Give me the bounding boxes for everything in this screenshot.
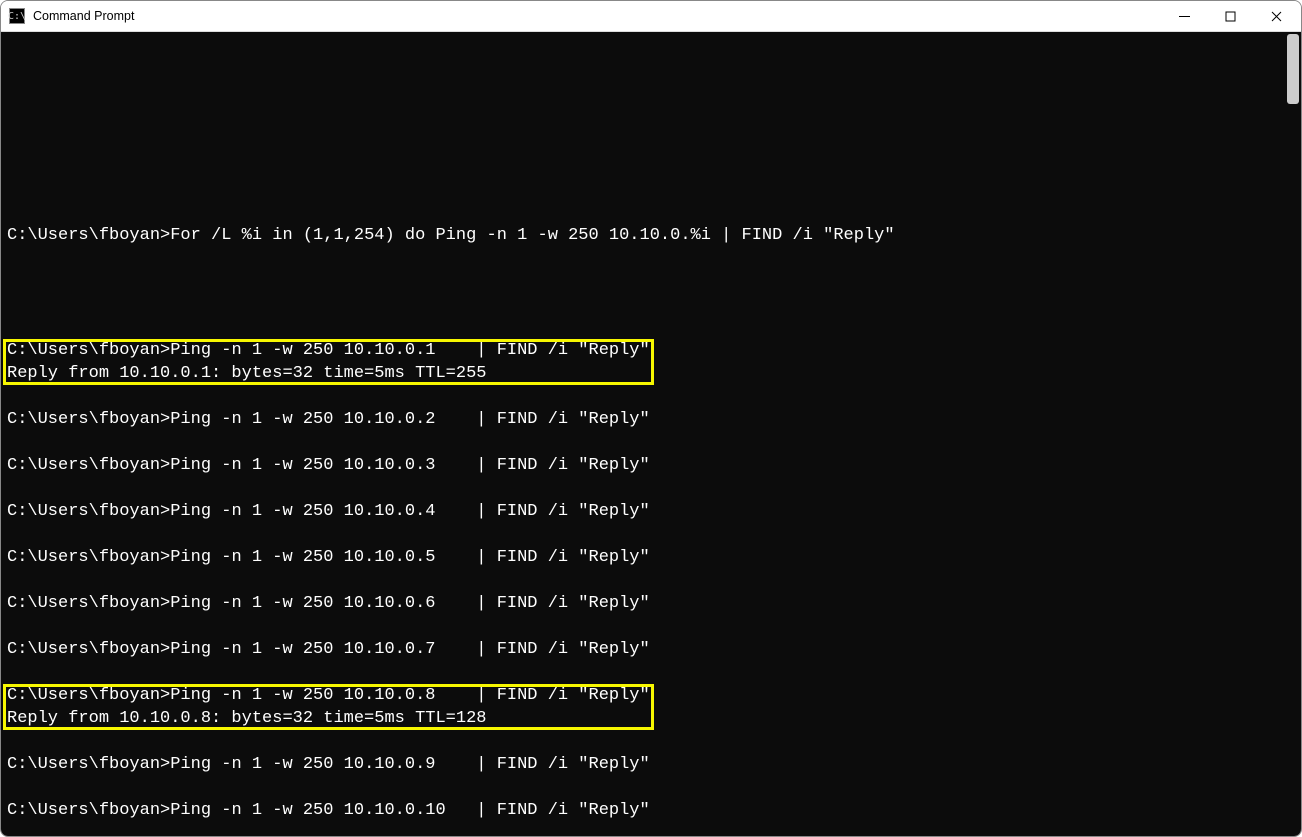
ping-block: C:\Users\fboyan>Ping -n 1 -w 250 10.10.0… [7,592,1301,615]
ping-block: C:\Users\fboyan>Ping -n 1 -w 250 10.10.0… [7,454,1301,477]
prompt: C:\Users\fboyan> [7,502,170,521]
vertical-scrollbar[interactable] [1287,34,1299,104]
ping-command-line: C:\Users\fboyan>Ping -n 1 -w 250 10.10.0… [7,546,1301,569]
close-button[interactable] [1253,1,1299,31]
ping-command-line: C:\Users\fboyan>Ping -n 1 -w 250 10.10.0… [7,339,650,362]
prompt: C:\Users\fboyan> [7,755,170,774]
ping-command-text: Ping -n 1 -w 250 10.10.0.5 | FIND /i "Re… [170,548,649,567]
ping-command-text: Ping -n 1 -w 250 10.10.0.1 | FIND /i "Re… [170,341,649,360]
ping-command-text: Ping -n 1 -w 250 10.10.0.10 | FIND /i "R… [170,801,649,820]
prompt: C:\Users\fboyan> [7,410,170,429]
terminal-area[interactable]: C:\Users\fboyan>For /L %i in (1,1,254) d… [1,32,1301,836]
cmd-icon: C:\ [9,8,25,24]
blank-line [7,477,1301,500]
ping-block: C:\Users\fboyan>Ping -n 1 -w 250 10.10.0… [7,546,1301,569]
blank-line [7,523,1301,546]
titlebar[interactable]: C:\ Command Prompt [1,1,1301,32]
ping-command-text: Ping -n 1 -w 250 10.10.0.3 | FIND /i "Re… [170,456,649,475]
ping-block: C:\Users\fboyan>Ping -n 1 -w 250 10.10.0… [7,339,650,385]
ping-block: C:\Users\fboyan>Ping -n 1 -w 250 10.10.0… [7,684,650,730]
ping-command-line: C:\Users\fboyan>Ping -n 1 -w 250 10.10.0… [7,638,1301,661]
prompt: C:\Users\fboyan> [7,456,170,475]
prompt: C:\Users\fboyan> [7,686,170,705]
ping-reply-line: Reply from 10.10.0.8: bytes=32 time=5ms … [7,707,650,730]
prompt: C:\Users\fboyan> [7,594,170,613]
prompt: C:\Users\fboyan> [7,640,170,659]
ping-block: C:\Users\fboyan>Ping -n 1 -w 250 10.10.0… [7,500,1301,523]
blank-line [7,661,1301,684]
ping-block: C:\Users\fboyan>Ping -n 1 -w 250 10.10.0… [7,638,1301,661]
ping-command-line: C:\Users\fboyan>Ping -n 1 -w 250 10.10.0… [7,500,1301,523]
blank-line [7,822,1301,836]
blank-line [7,730,1301,753]
blank-line [7,431,1301,454]
ping-command-text: Ping -n 1 -w 250 10.10.0.6 | FIND /i "Re… [170,594,649,613]
ping-command-text: Ping -n 1 -w 250 10.10.0.2 | FIND /i "Re… [170,410,649,429]
blank-line [7,132,1301,155]
minimize-button[interactable] [1161,1,1207,31]
prompt: C:\Users\fboyan> [7,341,170,360]
ping-command-line: C:\Users\fboyan>Ping -n 1 -w 250 10.10.0… [7,454,1301,477]
prompt: C:\Users\fboyan> [7,226,170,245]
initial-command-text: For /L %i in (1,1,254) do Ping -n 1 -w 2… [170,226,894,245]
ping-block: C:\Users\fboyan>Ping -n 1 -w 250 10.10.0… [7,753,1301,776]
window-frame: C:\ Command Prompt C:\Users\fboyan>For /… [0,0,1302,837]
minimize-icon [1179,11,1190,22]
initial-command-line: C:\Users\fboyan>For /L %i in (1,1,254) d… [7,224,1301,247]
ping-command-text: Ping -n 1 -w 250 10.10.0.9 | FIND /i "Re… [170,755,649,774]
ping-reply-line: Reply from 10.10.0.1: bytes=32 time=5ms … [7,362,650,385]
ping-command-line: C:\Users\fboyan>Ping -n 1 -w 250 10.10.0… [7,799,1301,822]
blank-line [7,615,1301,638]
maximize-button[interactable] [1207,1,1253,31]
blank-line [7,569,1301,592]
blank-line [7,316,1301,339]
ping-block: C:\Users\fboyan>Ping -n 1 -w 250 10.10.0… [7,799,1301,822]
ping-command-line: C:\Users\fboyan>Ping -n 1 -w 250 10.10.0… [7,753,1301,776]
ping-block: C:\Users\fboyan>Ping -n 1 -w 250 10.10.0… [7,408,1301,431]
ping-command-line: C:\Users\fboyan>Ping -n 1 -w 250 10.10.0… [7,592,1301,615]
window-title: Command Prompt [33,9,134,23]
terminal-output-entries: C:\Users\fboyan>Ping -n 1 -w 250 10.10.0… [7,316,1301,836]
ping-command-text: Ping -n 1 -w 250 10.10.0.7 | FIND /i "Re… [170,640,649,659]
ping-command-text: Ping -n 1 -w 250 10.10.0.8 | FIND /i "Re… [170,686,649,705]
close-icon [1271,11,1282,22]
ping-command-text: Ping -n 1 -w 250 10.10.0.4 | FIND /i "Re… [170,502,649,521]
blank-line [7,776,1301,799]
ping-command-line: C:\Users\fboyan>Ping -n 1 -w 250 10.10.0… [7,408,1301,431]
blank-line [7,385,1301,408]
ping-command-line: C:\Users\fboyan>Ping -n 1 -w 250 10.10.0… [7,684,650,707]
maximize-icon [1225,11,1236,22]
prompt: C:\Users\fboyan> [7,801,170,820]
prompt: C:\Users\fboyan> [7,548,170,567]
